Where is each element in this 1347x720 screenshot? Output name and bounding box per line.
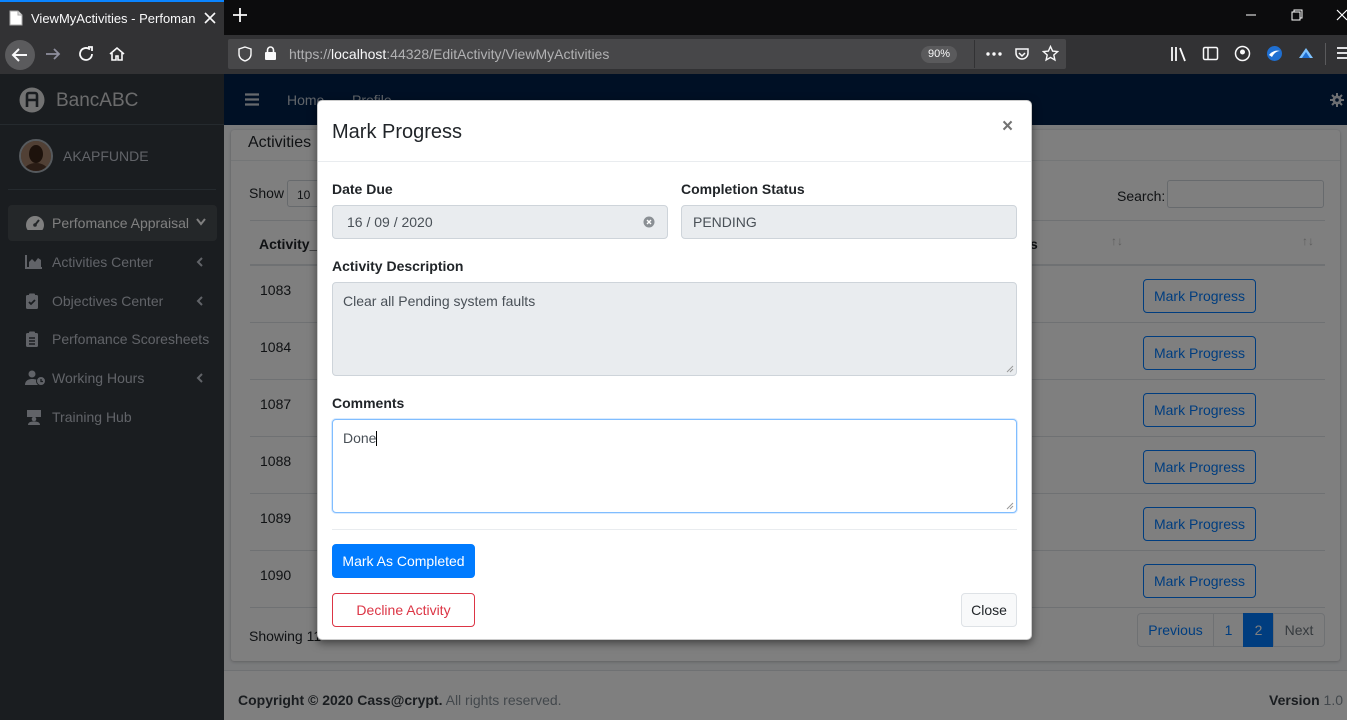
close-tab-icon[interactable]	[200, 8, 220, 28]
close-button[interactable]: Close	[961, 593, 1017, 627]
account-icon[interactable]	[1234, 45, 1251, 62]
forward-icon[interactable]	[44, 45, 62, 63]
address-bar[interactable]: https://localhost:44328/EditActivity/Vie…	[228, 39, 1066, 69]
comments-value: Done	[343, 430, 377, 446]
modal-divider	[332, 529, 1017, 530]
activity-description-label: Activity Description	[332, 258, 464, 274]
browser-tab-bar: ViewMyActivities - Perfomance	[0, 0, 1347, 35]
resize-grip-icon[interactable]	[1006, 502, 1014, 510]
activity-description-textarea[interactable]: Clear all Pending system faults	[332, 282, 1017, 376]
restore-icon[interactable]	[1291, 9, 1303, 21]
completion-status-field[interactable]: PENDING	[681, 205, 1017, 239]
bookmark-star-icon[interactable]	[1042, 45, 1059, 62]
shield-icon[interactable]	[238, 46, 252, 62]
tab-title: ViewMyActivities - Perfomance	[31, 11, 196, 26]
date-due-value: 16 / 09 / 2020	[347, 214, 433, 230]
clear-date-icon[interactable]	[643, 216, 655, 228]
date-due-label: Date Due	[332, 181, 393, 197]
sidebar-toggle-icon[interactable]	[1202, 45, 1219, 62]
pocket-icon[interactable]	[1014, 46, 1030, 62]
text-cursor	[376, 431, 378, 446]
comments-textarea[interactable]: Done	[332, 419, 1017, 513]
toolbar-divider	[1325, 43, 1326, 65]
browser-nav-bar: https://localhost:44328/EditActivity/Vie…	[0, 35, 1347, 74]
activity-description-value: Clear all Pending system faults	[343, 293, 536, 309]
minimize-icon[interactable]	[1245, 9, 1257, 21]
back-icon[interactable]	[4, 39, 36, 71]
url-divider	[974, 40, 975, 68]
resize-grip-icon[interactable]	[1006, 365, 1014, 373]
page-icon	[9, 10, 23, 26]
new-tab-icon[interactable]	[231, 6, 249, 24]
modal-header: Mark Progress ×	[318, 101, 1031, 162]
decline-activity-button[interactable]: Decline Activity	[332, 593, 475, 627]
browser-tab[interactable]: ViewMyActivities - Perfomance	[0, 0, 224, 35]
mark-progress-modal: Mark Progress × Date Due 16 / 09 / 2020 …	[317, 100, 1032, 640]
url-text[interactable]: https://localhost:44328/EditActivity/Vie…	[289, 46, 609, 62]
completion-status-label: Completion Status	[681, 181, 805, 197]
close-icon[interactable]: ×	[1002, 117, 1018, 136]
extension-icon[interactable]	[1266, 45, 1283, 62]
reload-icon[interactable]	[77, 45, 95, 63]
library-icon[interactable]	[1170, 45, 1188, 63]
home-icon[interactable]	[108, 45, 126, 63]
modal-title: Mark Progress	[332, 121, 463, 143]
zoom-level[interactable]: 90%	[921, 46, 958, 63]
more-actions-icon[interactable]	[985, 46, 1003, 62]
cloud-extension-icon[interactable]	[1297, 45, 1315, 62]
lock-icon[interactable]	[264, 46, 277, 61]
date-due-field[interactable]: 16 / 09 / 2020	[332, 205, 668, 239]
mark-as-completed-button[interactable]: Mark As Completed	[332, 544, 475, 578]
close-window-icon[interactable]	[1336, 9, 1347, 21]
menu-icon[interactable]	[1337, 45, 1347, 61]
comments-label: Comments	[332, 395, 405, 411]
